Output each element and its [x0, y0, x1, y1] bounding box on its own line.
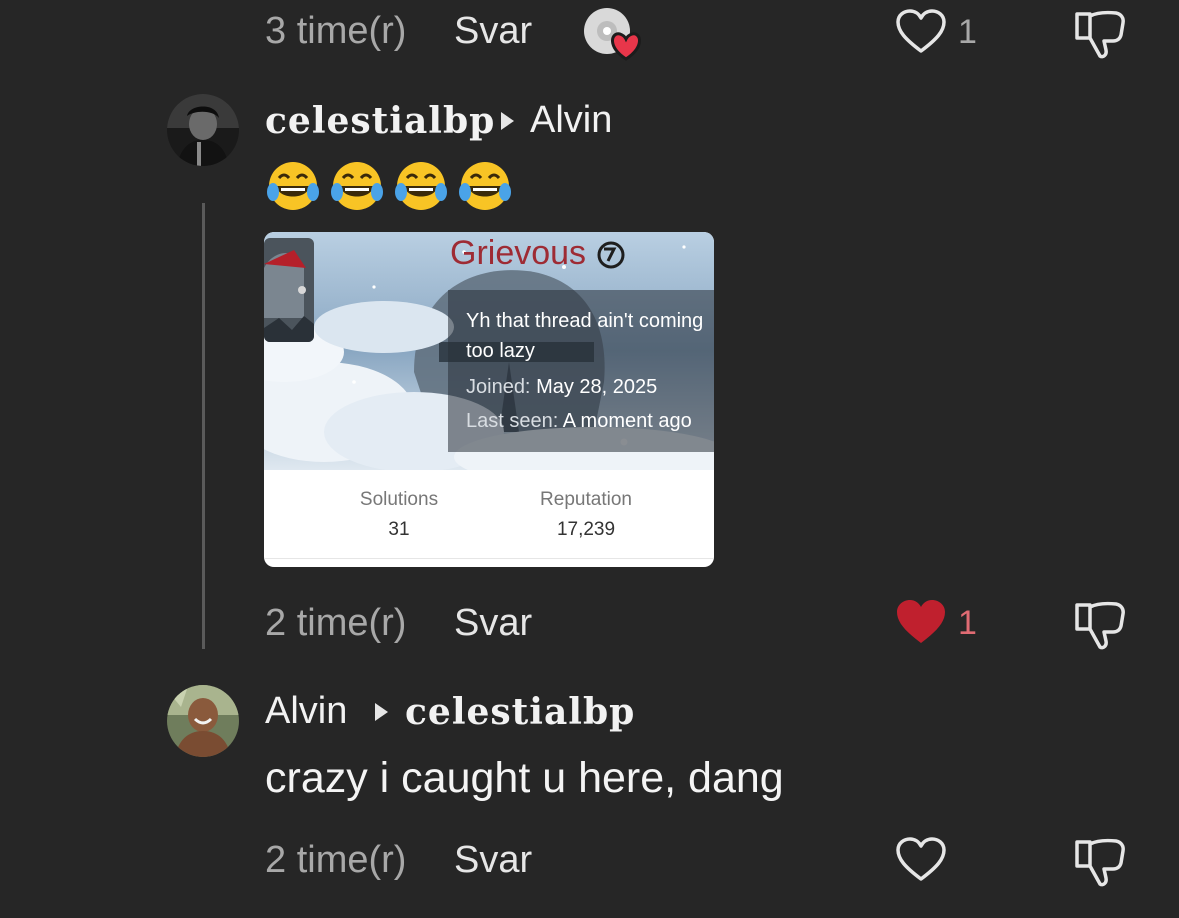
- laughing-tears-emoji-icon: [459, 162, 511, 210]
- profile-name: Grievous: [450, 234, 587, 272]
- comment-timestamp: 2 time(r): [265, 602, 407, 644]
- comment-thread: 3 time(r) Svar 1 celestialbp Alvin Griev…: [0, 0, 1179, 918]
- comment-text: [265, 158, 525, 218]
- stat-value-solutions: 31: [388, 519, 410, 540]
- thumbs-down-icon[interactable]: [1072, 836, 1128, 888]
- like-count: 1: [958, 13, 977, 51]
- creator-liked-badge-icon: [583, 7, 645, 61]
- comment-author[interactable]: celestialbp: [265, 99, 495, 143]
- joined-label: Joined:: [466, 376, 531, 398]
- laughing-tears-emoji-icon: [267, 162, 319, 210]
- profile-banner: Grievous Yh that thread ain't coming too…: [264, 232, 714, 470]
- comment-text: crazy i caught u here, dang: [265, 754, 784, 802]
- comment-timestamp: 3 time(r): [265, 10, 407, 52]
- profile-status-line: too lazy: [466, 340, 535, 362]
- profile-joined: Joined: May 28, 2025: [466, 374, 657, 400]
- thumbs-down-icon[interactable]: [1072, 8, 1128, 60]
- avatar[interactable]: [167, 685, 239, 757]
- play-caret-icon: [501, 112, 514, 130]
- card-divider: [264, 558, 714, 559]
- last-seen-label: Last seen:: [466, 410, 559, 432]
- heart-filled-icon[interactable]: [895, 599, 947, 645]
- reply-button[interactable]: Svar: [454, 838, 532, 882]
- reply-to-user[interactable]: celestialbp: [405, 690, 635, 734]
- reply-button[interactable]: Svar: [454, 9, 532, 53]
- heart-outline-icon[interactable]: [895, 9, 947, 55]
- play-caret-icon: [375, 703, 388, 721]
- stat-value-reputation: 17,239: [556, 519, 616, 540]
- profile-last-seen: Last seen: A moment ago: [466, 408, 692, 434]
- like-count: 1: [958, 604, 977, 642]
- reply-button[interactable]: Svar: [454, 601, 532, 645]
- laughing-tears-emoji-icon: [331, 162, 383, 210]
- avatar[interactable]: [167, 94, 239, 166]
- stat-label-solutions: Solutions: [359, 489, 439, 510]
- reply-to-user[interactable]: Alvin: [530, 98, 612, 142]
- profile-thumbnail: [264, 238, 314, 342]
- stat-label-reputation: Reputation: [540, 489, 632, 510]
- laughing-tears-emoji-icon: [395, 162, 447, 210]
- heart-outline-icon[interactable]: [895, 837, 947, 883]
- last-seen-value: A moment ago: [562, 410, 692, 432]
- attached-image[interactable]: Grievous Yh that thread ain't coming too…: [264, 232, 714, 567]
- joined-value: May 28, 2025: [536, 376, 658, 398]
- profile-status-line: Yh that thread ain't coming: [466, 310, 704, 332]
- comment-timestamp: 2 time(r): [265, 839, 407, 881]
- thumbs-down-icon[interactable]: [1072, 599, 1128, 651]
- reply-thread-line: [202, 203, 205, 649]
- comment-author[interactable]: Alvin: [265, 689, 347, 733]
- rank-badge-icon: [596, 240, 626, 270]
